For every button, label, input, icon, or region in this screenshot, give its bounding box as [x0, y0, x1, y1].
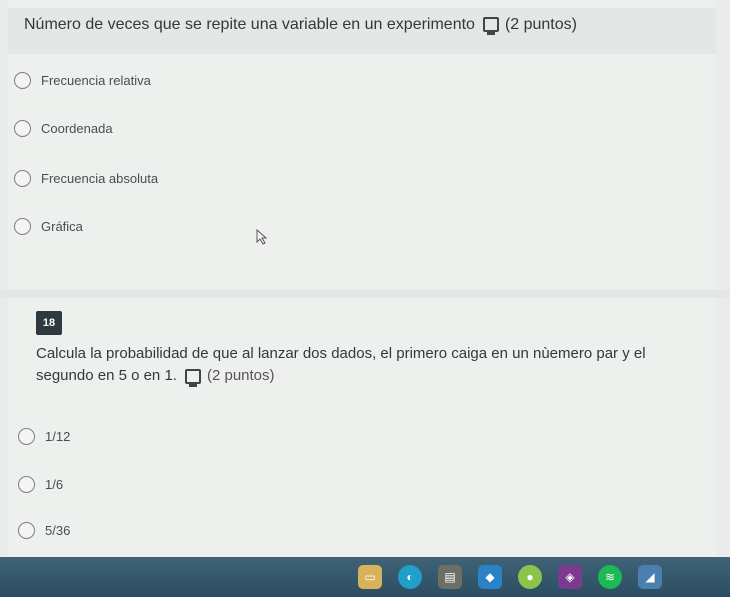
- cat-icon[interactable]: ●: [518, 565, 542, 589]
- option-1-6[interactable]: 1/6: [18, 476, 63, 493]
- question-18-line2: segundo en 5 o en 1. (2 puntos): [36, 365, 646, 387]
- radio-button[interactable]: [18, 522, 35, 539]
- question-18-text: Calcula la probabilidad de que al lanzar…: [36, 343, 646, 387]
- option-grafica[interactable]: Gráfica: [14, 218, 83, 235]
- chrome-icon[interactable]: ◆: [478, 565, 502, 589]
- radio-button[interactable]: [14, 120, 31, 137]
- option-label: Gráfica: [41, 219, 83, 234]
- question-text: Número de veces que se repite una variab…: [24, 14, 577, 36]
- spotify-icon[interactable]: ≋: [598, 565, 622, 589]
- option-label: 1/6: [45, 477, 64, 492]
- points-icon: [184, 368, 201, 387]
- exam-page: Número de veces que se repite una variab…: [0, 0, 730, 597]
- option-label: Frecuencia relativa: [41, 73, 151, 88]
- question-points: (2 puntos): [504, 16, 577, 33]
- option-label: Coordenada: [41, 121, 113, 136]
- browser-icon[interactable]: ◢: [638, 565, 662, 589]
- radio-button[interactable]: [14, 170, 31, 187]
- radio-button[interactable]: [14, 218, 31, 235]
- option-5-36[interactable]: 5/36: [18, 522, 70, 539]
- points-icon: [482, 17, 499, 36]
- apps-icon[interactable]: ◈: [558, 565, 582, 589]
- mouse-cursor-icon: [256, 229, 268, 245]
- option-label: 1/12: [45, 429, 71, 444]
- settings-icon[interactable]: ◐: [398, 565, 422, 589]
- taskbar: ▭ ◐ ▤ ◆ ● ◈ ≋ ◢: [0, 557, 730, 597]
- question-separator: [0, 290, 730, 298]
- radio-button[interactable]: [18, 476, 35, 493]
- question-card-previous: Número de veces que se repite una variab…: [8, 0, 716, 290]
- question-18-line1: Calcula la probabilidad de que al lanzar…: [36, 345, 646, 362]
- option-label: 5/36: [45, 523, 71, 538]
- terminal-icon[interactable]: ▤: [438, 565, 462, 589]
- radio-button[interactable]: [18, 428, 35, 445]
- question-number-badge: 18: [36, 311, 62, 335]
- option-coordenada[interactable]: Coordenada: [14, 120, 113, 137]
- question-18-points: (2 puntos): [206, 367, 275, 384]
- question-18-line2-text: segundo en 5 o en 1.: [36, 367, 177, 384]
- option-1-12[interactable]: 1/12: [18, 428, 70, 445]
- radio-button[interactable]: [14, 72, 31, 89]
- option-frecuencia-relativa[interactable]: Frecuencia relativa: [14, 72, 151, 89]
- question-card-18: [8, 298, 716, 557]
- question-prompt: Número de veces que se repite una variab…: [24, 16, 475, 33]
- files-icon[interactable]: ▭: [358, 565, 382, 589]
- option-label: Frecuencia absoluta: [41, 171, 159, 186]
- option-frecuencia-absoluta[interactable]: Frecuencia absoluta: [14, 170, 158, 187]
